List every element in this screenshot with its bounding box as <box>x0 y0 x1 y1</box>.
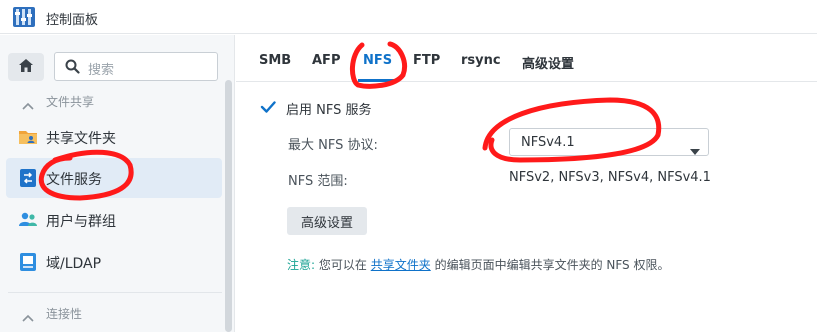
enable-nfs-checkbox[interactable] <box>260 99 276 115</box>
max-protocol-label: 最大 NFS 协议: <box>288 138 378 153</box>
tab-nfs[interactable]: NFS <box>363 53 392 68</box>
sidebar: 搜索 文件共享 共享文件夹 文件服务 用户与群组 域/LDAP 连接性 <box>0 35 235 332</box>
control-panel-icon <box>12 6 36 28</box>
note-prefix: 注意: <box>287 258 316 272</box>
section-divider <box>8 292 222 293</box>
sidebar-item-label: 域/LDAP <box>46 256 102 272</box>
chevron-up-icon <box>22 307 34 326</box>
file-services-icon <box>18 168 38 188</box>
tab-smb[interactable]: SMB <box>259 53 291 68</box>
sidebar-item-domain-ldap[interactable]: 域/LDAP <box>6 242 222 282</box>
search-input[interactable]: 搜索 <box>54 52 218 81</box>
window-title: 控制面板 <box>46 13 99 28</box>
domain-ldap-icon <box>18 252 38 272</box>
search-placeholder: 搜索 <box>88 63 115 78</box>
home-button[interactable] <box>8 53 44 81</box>
tab-advanced[interactable]: 高级设置 <box>522 53 574 72</box>
search-icon <box>65 59 80 78</box>
shared-folder-link[interactable]: 共享文件夹 <box>371 258 431 272</box>
sidebar-item-label: 用户与群组 <box>46 214 116 230</box>
max-protocol-value: NFSv4.1 <box>521 135 575 150</box>
section-connectivity[interactable]: 连接性 <box>0 299 225 327</box>
sidebar-item-users-groups[interactable]: 用户与群组 <box>6 200 222 240</box>
shared-folder-icon <box>18 127 38 147</box>
sidebar-item-label: 文件服务 <box>46 172 102 188</box>
home-icon <box>18 58 34 77</box>
chevron-up-icon <box>22 95 34 114</box>
tab-rsync[interactable]: rsync <box>461 53 501 68</box>
nfs-settings-panel: 启用 NFS 服务 最大 NFS 协议: NFSv4.1 NFS 范围: NFS… <box>236 83 817 332</box>
tab-ftp[interactable]: FTP <box>413 53 440 68</box>
nfs-permission-note: 注意: 您可以在 共享文件夹 的编辑页面中编辑共享文件夹的 NFS 权限。 <box>287 256 669 273</box>
note-text: 的编辑页面中编辑共享文件夹的 NFS 权限。 <box>434 258 670 272</box>
tab-bar: SMB AFP NFS FTP rsync 高级设置 <box>236 35 817 82</box>
section-label: 文件共享 <box>46 95 95 109</box>
tab-afp[interactable]: AFP <box>312 53 340 68</box>
note-text: 您可以在 <box>318 258 367 272</box>
max-protocol-select[interactable]: NFSv4.1 <box>509 128 709 156</box>
section-file-sharing[interactable]: 文件共享 <box>0 87 225 115</box>
enable-nfs-label: 启用 NFS 服务 <box>286 103 372 118</box>
nfs-range-label: NFS 范围: <box>288 174 348 189</box>
users-groups-icon <box>18 210 38 230</box>
nfs-range-value: NFSv2, NFSv3, NFSv4, NFSv4.1 <box>509 170 711 185</box>
title-bar: 控制面板 <box>0 0 817 34</box>
sidebar-item-shared-folder[interactable]: 共享文件夹 <box>6 117 222 157</box>
sidebar-scrollbar[interactable] <box>225 80 232 332</box>
sidebar-item-label: 共享文件夹 <box>46 131 116 147</box>
sidebar-item-file-services[interactable]: 文件服务 <box>6 158 222 198</box>
advanced-settings-button[interactable]: 高级设置 <box>287 207 367 235</box>
active-tab-indicator <box>358 79 398 82</box>
caret-down-icon <box>690 140 700 159</box>
section-label: 连接性 <box>46 307 83 321</box>
